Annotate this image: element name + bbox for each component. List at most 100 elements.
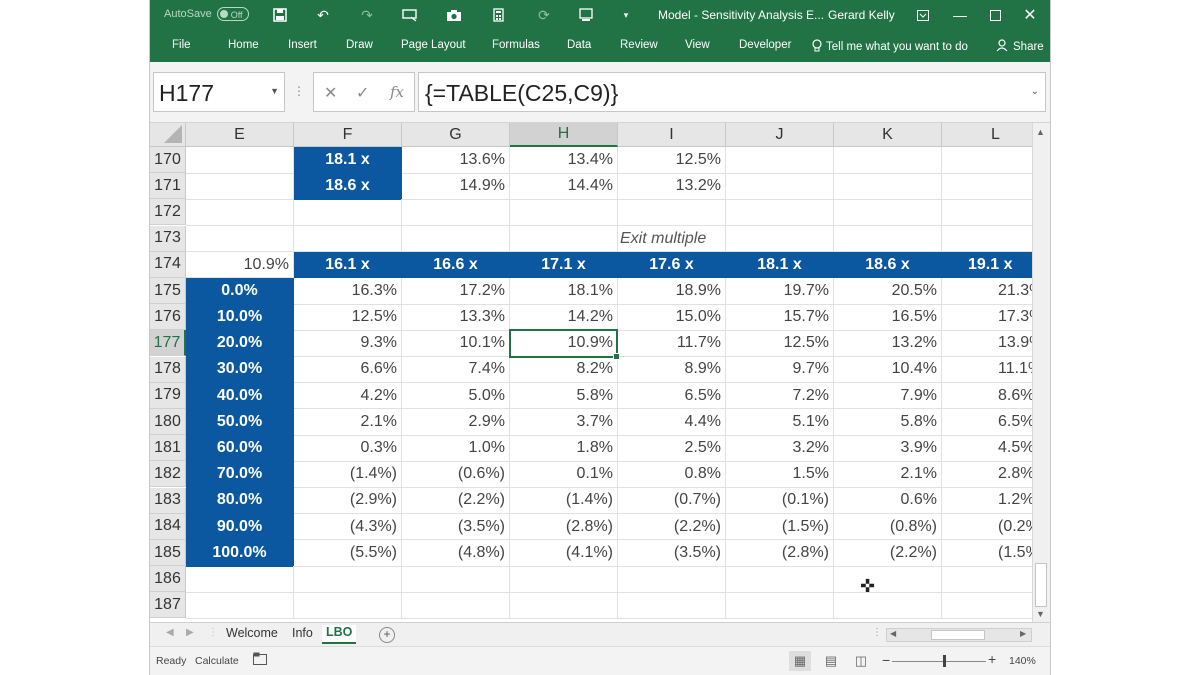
scroll-left-icon[interactable]: ◀ [890,629,896,638]
cell-e175[interactable]: 0.0% [186,278,294,305]
camera-icon[interactable] [442,0,466,30]
cell-f174[interactable]: 16.1 x [294,251,402,279]
cell-i171[interactable]: 13.2% [618,173,726,200]
cell-f176[interactable]: 12.5% [294,304,402,331]
maximize-icon[interactable] [980,0,1010,30]
cell-g187[interactable] [402,592,510,620]
cell-h170[interactable]: 13.4% [510,147,618,174]
cell-l170[interactable] [942,147,1032,174]
cell-i179[interactable]: 6.5% [618,382,726,410]
cell-k171[interactable] [834,173,942,200]
cell-h184[interactable]: (2.8%) [510,513,618,541]
cell-g183[interactable]: (2.2%) [402,487,510,515]
cell-f170[interactable]: 18.1 x [294,147,402,174]
cell-e174[interactable]: 10.9% [186,251,294,279]
cell-i178[interactable]: 8.9% [618,356,726,384]
cell-k187[interactable] [834,592,942,620]
cell-f179[interactable]: 4.2% [294,382,402,410]
cell-l185[interactable]: (1.5%) [942,540,1032,567]
cell-l176[interactable]: 17.3% [942,304,1032,331]
cell-j173[interactable] [726,225,834,253]
cell-i181[interactable]: 2.5% [618,435,726,462]
page-layout-view-icon[interactable]: ▤ [820,651,842,671]
cell-f175[interactable]: 16.3% [294,278,402,305]
cell-i176[interactable]: 15.0% [618,304,726,331]
scroll-right-icon[interactable]: ▶ [1020,629,1026,638]
cell-e187[interactable] [186,592,294,620]
tell-me-search[interactable]: Tell me what you want to do [812,39,968,55]
tab-page-layout[interactable]: Page Layout [401,39,466,51]
cell-g184[interactable]: (3.5%) [402,513,510,541]
cell-g179[interactable]: 5.0% [402,382,510,410]
autosave-toggle[interactable]: Off [216,7,249,21]
cell-l186[interactable] [942,566,1032,593]
column-header-k[interactable]: K [834,123,942,147]
cell-h177[interactable]: 10.9% [510,330,618,358]
user-name[interactable]: Gerard Kelly [828,8,895,22]
cell-j174[interactable]: 18.1 x [726,251,834,279]
column-header-h[interactable]: H [510,123,618,147]
tab-file[interactable]: File [172,39,191,51]
cell-h181[interactable]: 1.8% [510,435,618,462]
cell-e177[interactable]: 20.0% [186,330,294,358]
sheet-options-icon[interactable]: ⋮ [208,627,218,638]
cell-l178[interactable]: 11.1% [942,357,1032,384]
cell-h180[interactable]: 3.7% [510,409,618,436]
cell-e180[interactable]: 50.0% [186,409,294,436]
cell-j181[interactable]: 3.2% [726,435,834,462]
name-box[interactable]: H177 ▼ [153,72,285,112]
cell-j185[interactable]: (2.8%) [726,540,834,567]
formula-input[interactable]: {=TABLE(C25,C9)} ⌄ [418,72,1046,112]
cell-l177[interactable]: 13.9% [942,330,1032,358]
cell-e173[interactable] [186,225,294,253]
cell-e179[interactable]: 40.0% [186,382,294,410]
cell-k170[interactable] [834,147,942,174]
cell-h186[interactable] [510,566,618,593]
cell-l187[interactable] [942,592,1032,620]
tab-review[interactable]: Review [620,39,658,51]
column-header-f[interactable]: F [294,123,402,147]
cell-i182[interactable]: 0.8% [618,461,726,489]
cell-f180[interactable]: 2.1% [294,409,402,436]
column-header-g[interactable]: G [402,123,510,147]
zoom-level[interactable]: 140% [1009,655,1036,667]
cell-k172[interactable] [834,199,942,227]
cell-k173[interactable] [834,225,942,253]
tab-developer[interactable]: Developer [739,39,791,51]
cell-f172[interactable] [294,199,402,227]
cell-i174[interactable]: 17.6 x [618,251,726,279]
cell-h187[interactable] [510,592,618,620]
save-icon[interactable] [268,0,292,30]
cell-j180[interactable]: 5.1% [726,409,834,436]
row-header[interactable]: 170 [150,147,186,173]
cell-k178[interactable]: 10.4% [834,356,942,384]
cell-k184[interactable]: (0.8%) [834,513,942,541]
row-header[interactable]: 178 [150,356,186,383]
cell-k177[interactable]: 13.2% [834,330,942,358]
cell-g182[interactable]: (0.6%) [402,461,510,489]
cell-f184[interactable]: (4.3%) [294,513,402,541]
cell-k180[interactable]: 5.8% [834,409,942,436]
row-header[interactable]: 182 [150,461,186,488]
redo-icon[interactable]: ↷ [355,0,379,30]
cell-e170[interactable] [186,147,294,174]
row-header[interactable]: 186 [150,566,186,593]
minimize-icon[interactable]: — [945,0,975,30]
sheet-prev-icon[interactable]: ◀ [166,627,174,638]
cell-f177[interactable]: 9.3% [294,330,402,358]
vertical-scrollbar[interactable]: ▲ ▼ [1032,123,1050,622]
cell-l173[interactable] [942,226,1032,253]
row-header[interactable]: 174 [150,251,186,278]
row-header[interactable]: 177 [150,330,186,357]
tab-data[interactable]: Data [567,39,591,51]
cell-e186[interactable] [186,566,294,593]
cell-j187[interactable] [726,592,834,620]
sheet-tab-info[interactable]: Info [292,626,313,640]
cell-k176[interactable]: 16.5% [834,304,942,331]
cell-j182[interactable]: 1.5% [726,461,834,489]
cell-l175[interactable]: 21.3% [942,278,1032,305]
calculator-icon[interactable] [486,0,510,30]
cell-e171[interactable] [186,173,294,200]
cell-h175[interactable]: 18.1% [510,278,618,305]
cell-l184[interactable]: (0.2%) [942,514,1032,541]
